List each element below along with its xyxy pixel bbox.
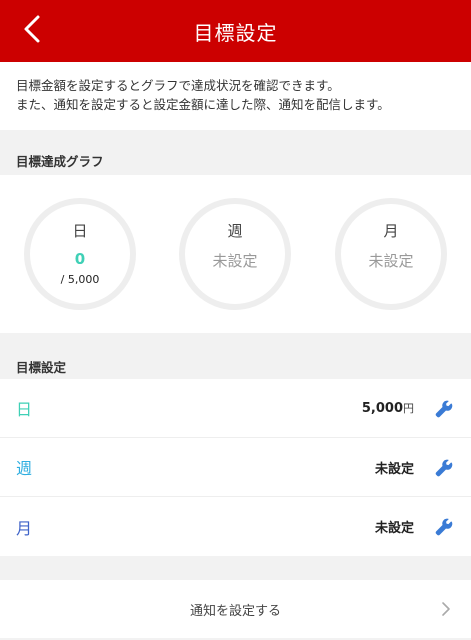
gauge-week: 週 未設定 bbox=[179, 198, 291, 310]
notification-settings-label: 通知を設定する bbox=[189, 603, 281, 619]
notification-settings-button[interactable]: 通知を設定する bbox=[0, 580, 471, 638]
page-title: 目標設定 bbox=[193, 20, 278, 45]
chevron-right-icon bbox=[442, 602, 450, 616]
setting-row-month[interactable]: 月 未設定 bbox=[0, 497, 471, 556]
setting-day-label: 日 bbox=[16, 400, 33, 419]
gauge-month: 月 未設定 bbox=[335, 198, 447, 310]
wrench-icon bbox=[435, 459, 453, 477]
goal-graph-panel: 日 0 / 5,000 週 未設定 月 未設定 bbox=[0, 175, 471, 333]
intro-line-1: 目標金額を設定するとグラフで達成状況を確認できます。 bbox=[16, 78, 340, 93]
chevron-left-icon bbox=[24, 15, 40, 43]
gauge-week-value: 未設定 bbox=[212, 252, 258, 270]
goal-settings-list: 日 5,000円 週 未設定 月 未設定 bbox=[0, 379, 471, 556]
setting-day-amount: 5,000円 bbox=[361, 401, 414, 416]
gauge-day-target: / 5,000 bbox=[60, 273, 100, 286]
wrench-icon bbox=[435, 400, 453, 418]
edit-month-button[interactable] bbox=[433, 516, 455, 538]
intro-line-2: また、通知を設定すると設定金額に達した際、通知を配信します。 bbox=[16, 97, 390, 112]
setting-row-week[interactable]: 週 未設定 bbox=[0, 438, 471, 497]
gauge-day-value: 0 bbox=[74, 250, 86, 268]
setting-month-label: 月 bbox=[16, 518, 33, 538]
setting-row-day[interactable]: 日 5,000円 bbox=[0, 379, 471, 438]
edit-week-button[interactable] bbox=[433, 457, 455, 479]
gauge-day: 日 0 / 5,000 bbox=[24, 198, 136, 310]
graph-section-label: 目標達成グラフ bbox=[16, 154, 104, 169]
gauge-week-title: 週 bbox=[227, 222, 243, 240]
back-button[interactable] bbox=[14, 11, 50, 47]
app-header: 目標設定 bbox=[0, 0, 471, 62]
gauge-day-title: 日 bbox=[72, 222, 88, 240]
setting-week-label: 週 bbox=[16, 459, 33, 478]
gauge-month-title: 月 bbox=[383, 222, 399, 240]
setting-month-amount: 未設定 bbox=[374, 521, 414, 536]
wrench-icon bbox=[435, 518, 453, 536]
edit-day-button[interactable] bbox=[433, 398, 455, 420]
gauge-month-value: 未設定 bbox=[368, 252, 414, 270]
settings-section-label: 目標設定 bbox=[16, 360, 67, 375]
setting-week-amount: 未設定 bbox=[374, 461, 414, 477]
intro-text: 目標金額を設定するとグラフで達成状況を確認できます。 また、通知を設定すると設定… bbox=[0, 62, 471, 130]
